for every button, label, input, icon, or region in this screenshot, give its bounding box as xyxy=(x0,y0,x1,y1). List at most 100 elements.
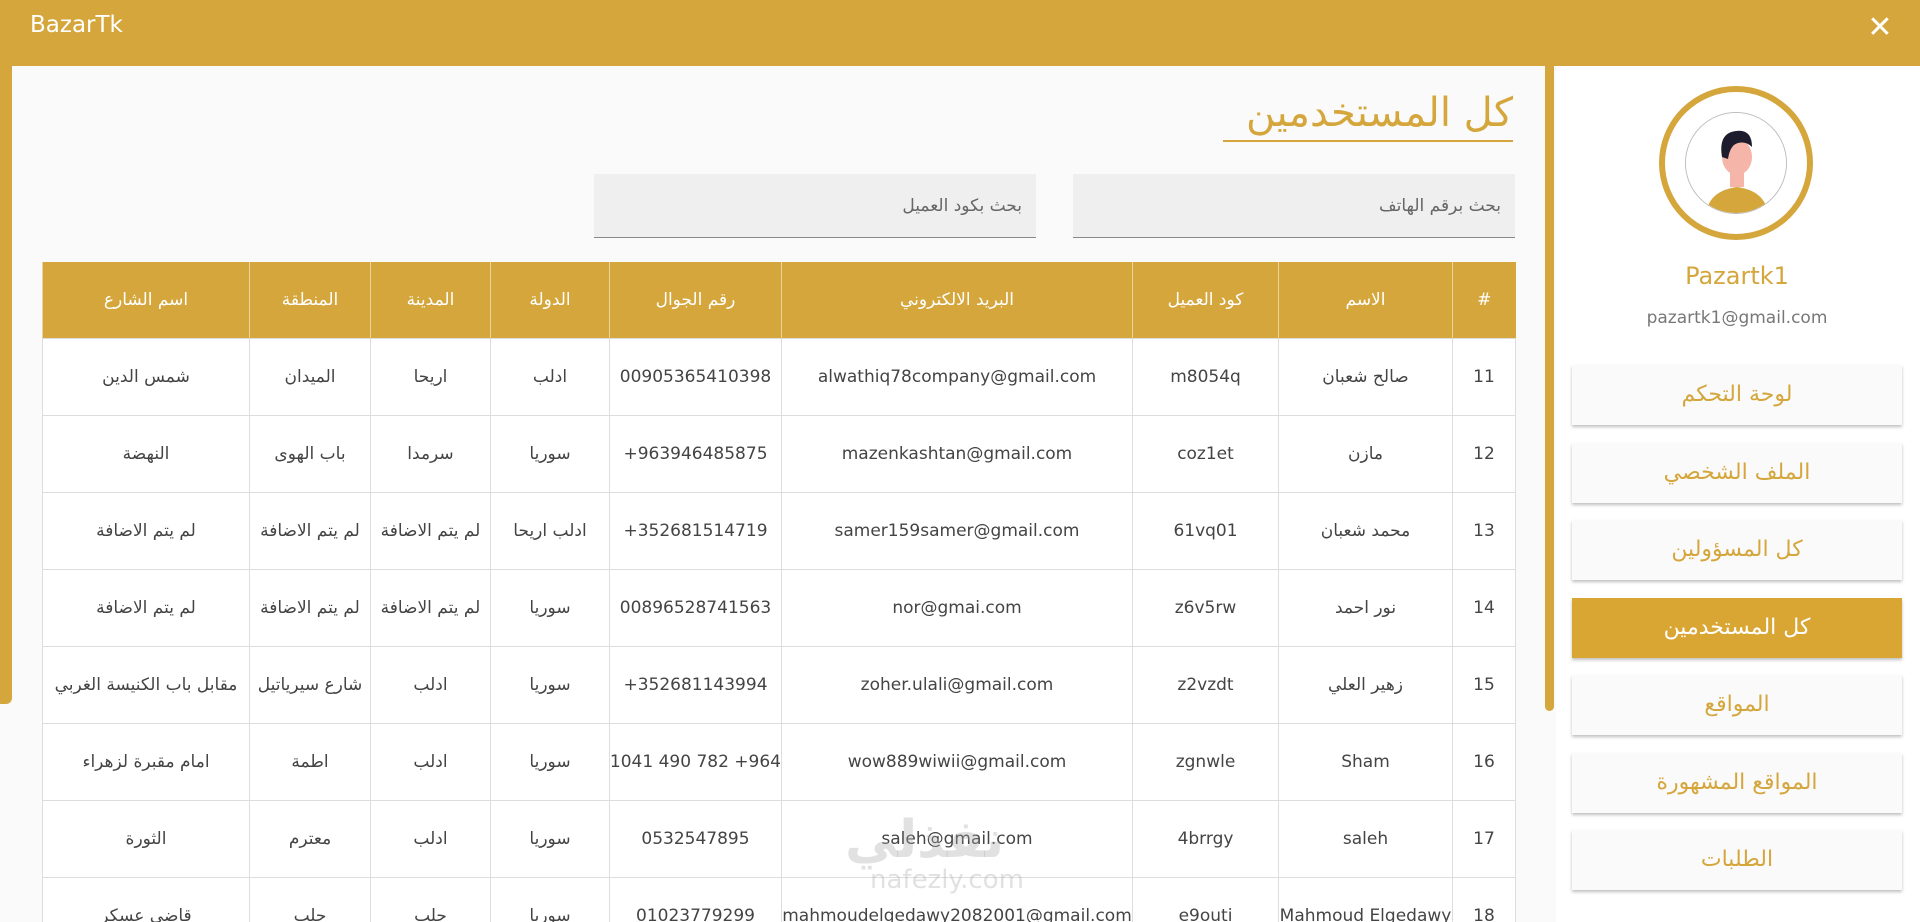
cell-customer-code: coz1et xyxy=(1132,414,1279,493)
cell-customer-code: z6v5rw xyxy=(1132,568,1279,647)
app-title: BazarTk xyxy=(30,12,123,38)
cell-name: Sham xyxy=(1278,722,1453,801)
col-header-street[interactable]: اسم الشارع xyxy=(42,262,250,338)
cell-email: mahmoudelgedawy2082001@gmail.com xyxy=(781,876,1133,922)
cell-region: باب الهوى xyxy=(249,414,371,493)
user-avatar-icon xyxy=(1685,112,1787,214)
table-row[interactable]: 18 Mahmoud Elgedawy e9outi mahmoudelgeda… xyxy=(42,876,1516,922)
cell-email: samer159samer@gmail.com xyxy=(781,491,1133,570)
nav-popular-locations-button[interactable]: المواقع المشهورة xyxy=(1572,753,1902,813)
cell-street: قاضي عسكر xyxy=(42,876,250,922)
nav-profile-button[interactable]: الملف الشخصي xyxy=(1572,443,1902,503)
cell-country: سوريا xyxy=(490,568,610,647)
cell-street: النهضة xyxy=(42,414,250,493)
col-header-name[interactable]: الاسم xyxy=(1278,262,1453,338)
close-icon[interactable]: ✕ xyxy=(1866,13,1894,43)
cell-street: شمس الدين xyxy=(42,337,250,416)
table-row[interactable]: 15 زهير العلي z2vzdt zoher.ulali@gmail.c… xyxy=(42,645,1516,724)
avatar[interactable] xyxy=(1659,86,1813,240)
cell-name: مازن xyxy=(1278,414,1453,493)
cell-region: اطمة xyxy=(249,722,371,801)
cell-country: سوريا xyxy=(490,645,610,724)
cell-country: سوريا xyxy=(490,722,610,801)
cell-city: ادلب xyxy=(370,645,491,724)
cell-number: 15 xyxy=(1452,645,1516,724)
table-header-row: # الاسم كود العميل البريد الالكتروني رقم… xyxy=(42,262,1516,338)
cell-region: شارع سيرياتيل xyxy=(249,645,371,724)
cell-street: لم يتم الاضافة xyxy=(42,491,250,570)
nav-admins-button[interactable]: كل المسؤولين xyxy=(1572,520,1902,580)
cell-mobile: 00905365410398 xyxy=(609,337,782,416)
cell-city: اريحا xyxy=(370,337,491,416)
table-row[interactable]: 16 Sham zgnwle wow889wiwii@gmail.com 964… xyxy=(42,722,1516,801)
cell-city: لم يتم الاضافة xyxy=(370,568,491,647)
cell-email: nor@gmai.com xyxy=(781,568,1133,647)
cell-region: حلب xyxy=(249,876,371,922)
cell-email: alwathiq78company@gmail.com xyxy=(781,337,1133,416)
nav-users-button[interactable]: كل المستخدمين xyxy=(1572,598,1902,658)
cell-name: محمد شعبان xyxy=(1278,491,1453,570)
user-name: Pazartk1 xyxy=(1685,262,1789,290)
col-header-city[interactable]: المدينة xyxy=(370,262,491,338)
cell-email: saleh@gmail.com xyxy=(781,799,1133,878)
nav-locations-button[interactable]: المواقع xyxy=(1572,675,1902,735)
user-email: pazartk1@gmail.com xyxy=(1646,308,1828,328)
table-row[interactable]: 13 محمد شعبان 61vq01 samer159samer@gmail… xyxy=(42,491,1516,570)
cell-number: 13 xyxy=(1452,491,1516,570)
cell-city: ادلب xyxy=(370,799,491,878)
cell-customer-code: 61vq01 xyxy=(1132,491,1279,570)
cell-name: نور احمد xyxy=(1278,568,1453,647)
table-row[interactable]: 14 نور احمد z6v5rw nor@gmai.com 00896528… xyxy=(42,568,1516,647)
col-header-email[interactable]: البريد الالكتروني xyxy=(781,262,1133,338)
cell-city: لم يتم الاضافة xyxy=(370,491,491,570)
cell-mobile: 01023779299 xyxy=(609,876,782,922)
cell-customer-code: e9outi xyxy=(1132,876,1279,922)
search-phone-input[interactable] xyxy=(1073,174,1515,238)
cell-number: 14 xyxy=(1452,568,1516,647)
cell-mobile: 352681143994+ xyxy=(609,645,782,724)
cell-city: ادلب xyxy=(370,722,491,801)
table-row[interactable]: 11 صالح شعبان m8054q alwathiq78company@g… xyxy=(42,337,1516,416)
table-row[interactable]: 12 مازن coz1et mazenkashtan@gmail.com 96… xyxy=(42,414,1516,493)
page-title: كل المستخدمين xyxy=(1223,90,1513,142)
cell-city: سرمدا xyxy=(370,414,491,493)
col-header-customer-code[interactable]: كود العميل xyxy=(1132,262,1279,338)
cell-street: مقابل باب الكنيسة الغربي xyxy=(42,645,250,724)
nav-orders-button[interactable]: الطلبات xyxy=(1572,830,1902,890)
cell-mobile: 0532547895 xyxy=(609,799,782,878)
users-table: # الاسم كود العميل البريد الالكتروني رقم… xyxy=(42,262,1516,922)
cell-country: ادلب اريحا xyxy=(490,491,610,570)
cell-name: صالح شعبان xyxy=(1278,337,1453,416)
table-row[interactable]: 17 saleh 4brrgy saleh@gmail.com 05325478… xyxy=(42,799,1516,878)
cell-mobile: 964+ 782 490 1041 xyxy=(609,722,782,801)
cell-country: سوريا xyxy=(490,799,610,878)
cell-country: ادلب xyxy=(490,337,610,416)
cell-number: 12 xyxy=(1452,414,1516,493)
cell-city: حلب xyxy=(370,876,491,922)
cell-country: سوريا xyxy=(490,876,610,922)
cell-street: لم يتم الاضافة xyxy=(42,568,250,647)
cell-email: zoher.ulali@gmail.com xyxy=(781,645,1133,724)
nav-dashboard-button[interactable]: لوحة التحكم xyxy=(1572,365,1902,425)
cell-street: امام مقبرة لزهراء xyxy=(42,722,250,801)
main-scrollbar[interactable] xyxy=(0,66,12,704)
cell-email: wow889wiwii@gmail.com xyxy=(781,722,1133,801)
cell-country: سوريا xyxy=(490,414,610,493)
cell-customer-code: z2vzdt xyxy=(1132,645,1279,724)
col-header-number[interactable]: # xyxy=(1452,262,1516,338)
search-code-input[interactable] xyxy=(594,174,1036,238)
title-bar: BazarTk ✕ xyxy=(0,0,1920,66)
content-scrollbar[interactable] xyxy=(1545,66,1554,711)
cell-customer-code: m8054q xyxy=(1132,337,1279,416)
cell-mobile: 963946485875+ xyxy=(609,414,782,493)
cell-number: 16 xyxy=(1452,722,1516,801)
col-header-mobile[interactable]: رقم الجوال xyxy=(609,262,782,338)
col-header-region[interactable]: المنطقة xyxy=(249,262,371,338)
cell-region: معترم xyxy=(249,799,371,878)
cell-number: 11 xyxy=(1452,337,1516,416)
cell-email: mazenkashtan@gmail.com xyxy=(781,414,1133,493)
cell-region: لم يتم الاضافة xyxy=(249,491,371,570)
col-header-country[interactable]: الدولة xyxy=(490,262,610,338)
cell-region: الميدان xyxy=(249,337,371,416)
cell-number: 18 xyxy=(1452,876,1516,922)
